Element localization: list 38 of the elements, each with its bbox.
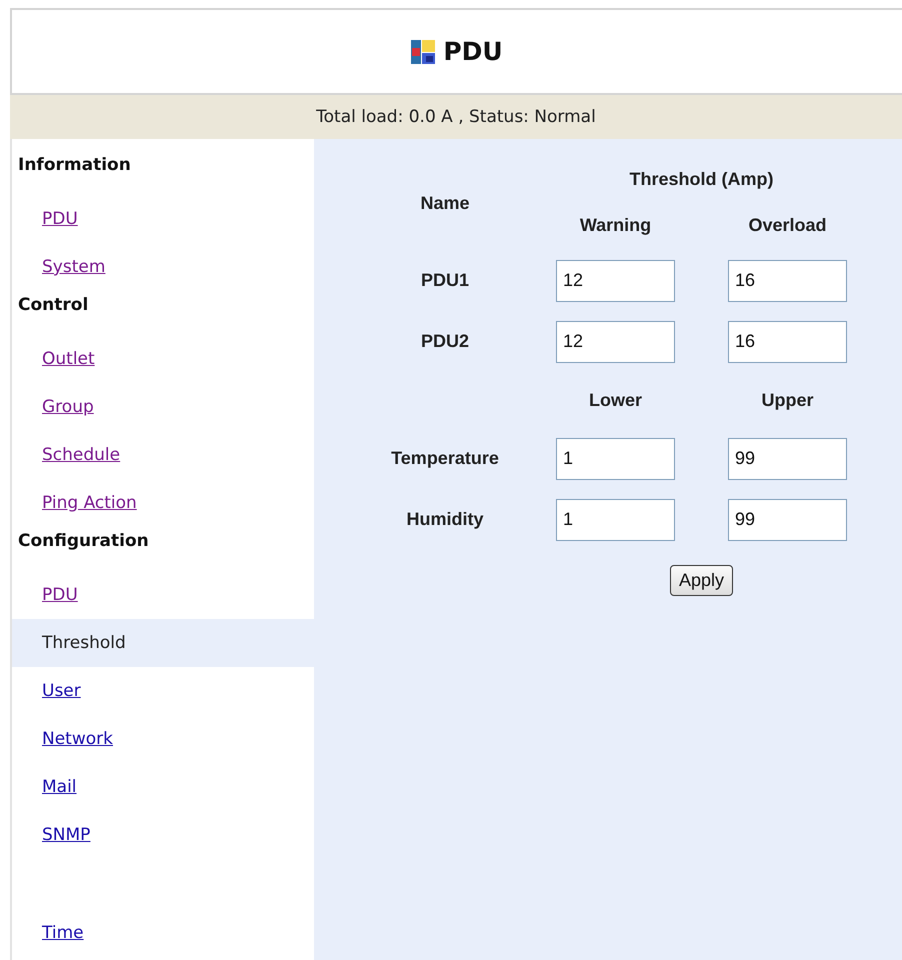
input-field[interactable]: 16: [728, 260, 847, 302]
nav-link[interactable]: System: [42, 257, 106, 277]
nav-link[interactable]: Group: [42, 397, 94, 417]
input-field[interactable]: 1: [556, 498, 675, 540]
nav-link[interactable]: Mail: [42, 777, 77, 797]
column-header: Name: [420, 193, 470, 214]
column-header: Threshold (Amp): [630, 168, 774, 190]
nav-link[interactable]: Ping Action: [42, 493, 137, 513]
column-header: Upper: [761, 390, 814, 410]
input-field[interactable]: 12: [556, 320, 675, 362]
row-label: PDU1: [420, 270, 469, 291]
row-label: PDU2: [420, 331, 469, 352]
status-bar: Total load: 0.0 A , Status: Normal: [10, 95, 902, 139]
section-heading: Information: [17, 154, 132, 177]
input-field[interactable]: 99: [728, 498, 847, 540]
nav-link[interactable]: Outlet: [42, 349, 95, 369]
input-field[interactable]: 12: [556, 260, 675, 302]
nav-link[interactable]: PDU: [42, 209, 78, 229]
nav-link[interactable]: Time: [42, 923, 84, 943]
nav-link[interactable]: PDU: [42, 585, 78, 605]
section-heading: Control: [17, 294, 90, 317]
nav-link[interactable]: Network: [42, 729, 113, 749]
input-field[interactable]: 16: [728, 320, 847, 362]
page-title: PDU: [443, 37, 503, 66]
row-label: Humidity: [406, 509, 484, 530]
nav-link[interactable]: User: [42, 681, 81, 701]
column-header: Overload: [748, 215, 827, 236]
column-header: Lower: [588, 390, 642, 410]
row-label: Temperature: [391, 448, 499, 469]
input-field[interactable]: 1: [556, 438, 675, 480]
input-field[interactable]: 99: [728, 438, 847, 480]
section-heading: Configuration: [17, 530, 150, 553]
selected-nav-item[interactable]: Threshold: [12, 619, 314, 667]
nav-link[interactable]: Schedule: [42, 445, 120, 465]
logo-icon: [411, 40, 436, 64]
apply-button[interactable]: Apply: [670, 564, 734, 596]
column-header: Warning: [580, 215, 652, 236]
nav-link[interactable]: SNMP: [42, 825, 90, 845]
